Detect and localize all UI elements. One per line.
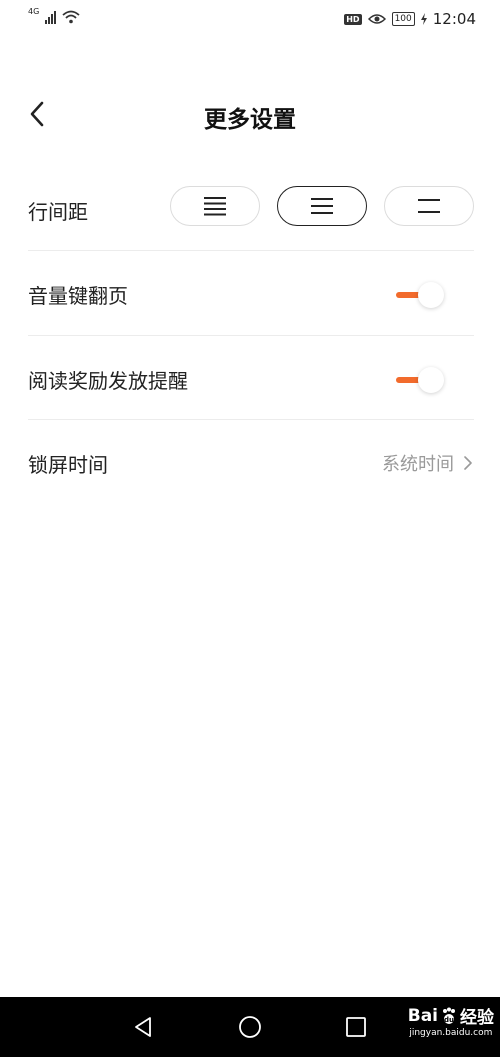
line-spacing-row: 行间距 [28, 168, 474, 252]
signal-icon [45, 11, 57, 24]
reading-reward-reminder-label: 阅读奖励发放提醒 [28, 368, 188, 393]
nav-recents-icon[interactable] [344, 1015, 368, 1039]
chevron-right-icon [464, 456, 472, 470]
baidu-jingyan-watermark: Bai du 经验 jingyan.baidu.com [407, 1003, 494, 1039]
line-spacing-compact-option[interactable] [170, 186, 260, 226]
network-type: 4G [28, 7, 40, 16]
system-nav-bar: Bai du 经验 jingyan.baidu.com [0, 997, 500, 1057]
svg-text:du: du [444, 1016, 454, 1024]
status-left: 4G [28, 7, 80, 24]
divider [28, 250, 474, 251]
nav-home-icon[interactable] [238, 1015, 262, 1039]
reading-reward-reminder-row: 阅读奖励发放提醒 [28, 337, 474, 421]
loose-lines-icon [418, 199, 440, 213]
nav-back-icon[interactable] [131, 1015, 155, 1039]
page-header: 更多设置 [0, 88, 500, 140]
line-spacing-label: 行间距 [28, 199, 88, 224]
lock-screen-time-label: 锁屏时间 [28, 452, 108, 477]
status-right: HD 100 12:04 [344, 10, 476, 28]
normal-lines-icon [311, 198, 333, 214]
watermark-brand: Bai [407, 1005, 438, 1026]
line-spacing-options [170, 186, 474, 226]
lock-screen-time-value: 系统时间 [382, 454, 454, 475]
reading-reward-reminder-toggle[interactable] [396, 367, 444, 393]
paw-icon: du [443, 1007, 455, 1024]
wifi-icon [62, 10, 80, 24]
volume-page-turn-label: 音量键翻页 [28, 283, 128, 308]
volume-page-turn-row: 音量键翻页 [28, 252, 474, 336]
toggle-knob [418, 282, 444, 308]
page-title: 更多设置 [204, 107, 296, 133]
watermark-url: jingyan.baidu.com [409, 1028, 493, 1038]
eye-comfort-icon [367, 14, 386, 24]
hd-icon: HD [344, 13, 362, 25]
charging-icon [420, 13, 427, 25]
divider [28, 335, 474, 336]
lock-screen-time-row[interactable]: 锁屏时间 系统时间 [28, 421, 474, 505]
toggle-knob [418, 367, 444, 393]
line-spacing-normal-option[interactable] [277, 186, 367, 226]
watermark-suffix: 经验 [460, 1008, 494, 1028]
clock: 12:04 [432, 10, 476, 28]
compact-lines-icon [204, 197, 226, 216]
volume-page-turn-toggle[interactable] [396, 282, 444, 308]
lock-screen-time-value-wrap: 系统时间 [382, 421, 472, 505]
divider [28, 419, 474, 420]
status-bar: 4G HD 100 12:04 [0, 0, 500, 40]
line-spacing-loose-option[interactable] [384, 186, 474, 226]
battery-icon: 100 [391, 12, 415, 26]
